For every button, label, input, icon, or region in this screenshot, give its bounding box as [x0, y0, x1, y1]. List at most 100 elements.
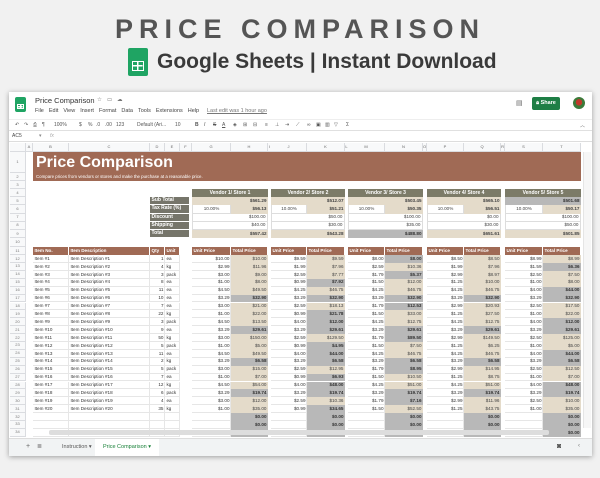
total-price-cell[interactable]: $8.95 — [385, 365, 423, 374]
column-header-B[interactable]: B — [33, 143, 69, 152]
unit-price-cell[interactable]: $2.99 — [427, 271, 464, 279]
menu-format[interactable]: Format — [99, 108, 116, 114]
unit-price-cell[interactable]: $1.25 — [427, 342, 464, 350]
strikethrough-button[interactable]: S — [213, 122, 216, 128]
total-price-cell[interactable]: $19.74 — [307, 389, 345, 398]
total-price-cell[interactable]: $22.00 — [543, 310, 581, 319]
total-price-cell[interactable]: $14.95 — [464, 365, 501, 374]
total-price-cell[interactable]: $13.50 — [231, 318, 268, 327]
item-unit[interactable]: ea — [165, 279, 180, 287]
total-price-cell[interactable]: $7.16 — [385, 397, 423, 406]
total-price-cell[interactable]: $129.50 — [307, 334, 345, 342]
vendor-subtotal[interactable]: $565.10 — [427, 197, 501, 206]
unit-price-cell[interactable]: $9.59 — [271, 255, 307, 263]
unit-price-cell[interactable]: $1.25 — [427, 374, 464, 382]
total-price-cell[interactable]: $6.58 — [385, 357, 423, 366]
row-header-17[interactable]: 17 — [10, 294, 26, 303]
item-qty[interactable]: 4 — [150, 263, 165, 271]
unit-price-cell[interactable]: $2.50 — [505, 334, 543, 342]
grid-cell[interactable] — [150, 421, 165, 429]
vendor-subtotal[interactable]: $561.29 — [192, 197, 268, 206]
comment-insert-icon[interactable]: ▣ — [316, 122, 321, 128]
unit-price-cell[interactable]: $3.29 — [505, 326, 543, 334]
unit-price-cell[interactable]: $3.29 — [271, 295, 307, 303]
font-select[interactable]: Default (Ari... — [137, 122, 166, 128]
borders-icon[interactable]: ⊞ — [243, 122, 247, 128]
unit-price-cell[interactable]: $10.00 — [192, 255, 231, 263]
unit-price-cell[interactable]: $0.99 — [271, 279, 307, 287]
unit-price-cell[interactable]: $1.79 — [348, 303, 385, 311]
item-description[interactable]: Item Description #4 — [69, 279, 150, 287]
fill-color-icon[interactable]: ◈ — [233, 122, 237, 128]
item-unit[interactable]: ea — [165, 303, 180, 311]
unit-price-cell[interactable]: $8.99 — [505, 255, 543, 263]
merge-cells-icon[interactable]: ⊟ — [253, 122, 257, 128]
column-header-E[interactable]: E — [165, 143, 180, 152]
total-price-cell[interactable]: $32.90 — [231, 294, 268, 303]
grid-cell[interactable] — [165, 413, 180, 421]
unit-price-cell[interactable]: $4.50 — [192, 287, 231, 295]
tax-rate-input[interactable]: 10.00% — [505, 205, 543, 214]
item-no[interactable]: Item #16 — [33, 374, 69, 382]
unit-price-cell[interactable]: $3.29 — [348, 295, 385, 303]
paint-format-icon[interactable]: ¶ — [42, 122, 45, 128]
vendor-tax[interactable]: $56.51 — [464, 205, 501, 214]
total-price-cell[interactable]: $46.75 — [385, 349, 423, 358]
unit-price-cell[interactable]: $2.50 — [505, 271, 543, 279]
item-qty[interactable]: 3 — [150, 318, 165, 326]
menu-insert[interactable]: Insert — [80, 108, 94, 114]
total-price-cell[interactable]: $0.00 — [385, 421, 423, 429]
item-qty[interactable]: 22 — [150, 310, 165, 318]
item-description[interactable]: Item Description #20 — [69, 405, 150, 413]
item-qty[interactable]: 7 — [150, 374, 165, 382]
unit-price-cell[interactable]: $0.99 — [271, 374, 307, 382]
unit-price-cell[interactable]: $3.29 — [271, 389, 307, 397]
total-price-cell[interactable]: $48.00 — [543, 381, 581, 390]
shipping-input[interactable]: $30.00 — [427, 221, 501, 230]
chart-icon[interactable]: ▥ — [325, 122, 330, 128]
name-box[interactable]: AC5 — [12, 133, 22, 139]
item-description[interactable]: Item Description #17 — [69, 382, 150, 390]
unit-price-cell[interactable]: $2.50 — [505, 303, 543, 311]
item-description[interactable]: Item Description #3 — [69, 271, 150, 279]
item-no[interactable]: Item #2 — [33, 263, 69, 271]
total-price-cell[interactable]: $19.74 — [231, 389, 268, 398]
total-price-cell[interactable]: $8.75 — [464, 373, 501, 382]
unit-price-cell[interactable]: $1.79 — [348, 366, 385, 374]
menu-edit[interactable]: Edit — [49, 108, 58, 114]
print-icon[interactable]: ⎙ — [33, 122, 37, 128]
total-price-cell[interactable]: $12.00 — [543, 318, 581, 327]
total-price-cell[interactable]: $9.59 — [307, 255, 345, 263]
align-icon[interactable]: ≡ — [265, 122, 268, 128]
grid-cell[interactable] — [69, 421, 150, 429]
tax-rate-input[interactable]: 10.00% — [271, 205, 307, 214]
unit-price-cell[interactable]: $0.99 — [271, 342, 307, 350]
item-description[interactable]: Item Description #5 — [69, 287, 150, 295]
last-edit-link[interactable]: Last edit was 1 hour ago — [207, 108, 267, 114]
unit-price-cell[interactable]: $8.00 — [348, 255, 385, 263]
total-price-cell[interactable]: $44.00 — [543, 286, 581, 295]
total-price-cell[interactable]: $7.96 — [464, 263, 501, 271]
unit-price-cell[interactable]: $4.25 — [271, 287, 307, 295]
italic-button[interactable]: I — [204, 122, 205, 128]
total-price-cell[interactable]: $0.00 — [231, 413, 268, 421]
item-qty[interactable]: 11 — [150, 287, 165, 295]
item-qty[interactable]: 10 — [150, 295, 165, 303]
unit-price-cell[interactable]: $2.59 — [271, 303, 307, 311]
unit-price-cell[interactable]: $3.00 — [192, 334, 231, 342]
total-price-cell[interactable]: $6.58 — [543, 357, 581, 366]
item-unit[interactable]: ea — [165, 326, 180, 334]
item-qty[interactable]: 2 — [150, 358, 165, 366]
total-price-cell[interactable]: $10.36 — [385, 263, 423, 271]
total-price-cell[interactable]: $12.00 — [307, 318, 345, 327]
unit-price-cell[interactable]: $3.29 — [271, 358, 307, 366]
column-header-H[interactable]: H — [231, 143, 268, 152]
total-price-cell[interactable]: $29.61 — [385, 326, 423, 335]
shipping-input[interactable]: $35.00 — [348, 221, 423, 230]
total-price-cell[interactable]: $7.50 — [385, 342, 423, 350]
unit-price-cell[interactable]: $1.00 — [192, 405, 231, 413]
row-header-10[interactable]: 10 — [10, 238, 26, 248]
row-header-21[interactable]: 21 — [10, 326, 26, 335]
item-unit[interactable]: ea — [165, 255, 180, 263]
star-icon[interactable]: ☆ — [97, 97, 102, 103]
